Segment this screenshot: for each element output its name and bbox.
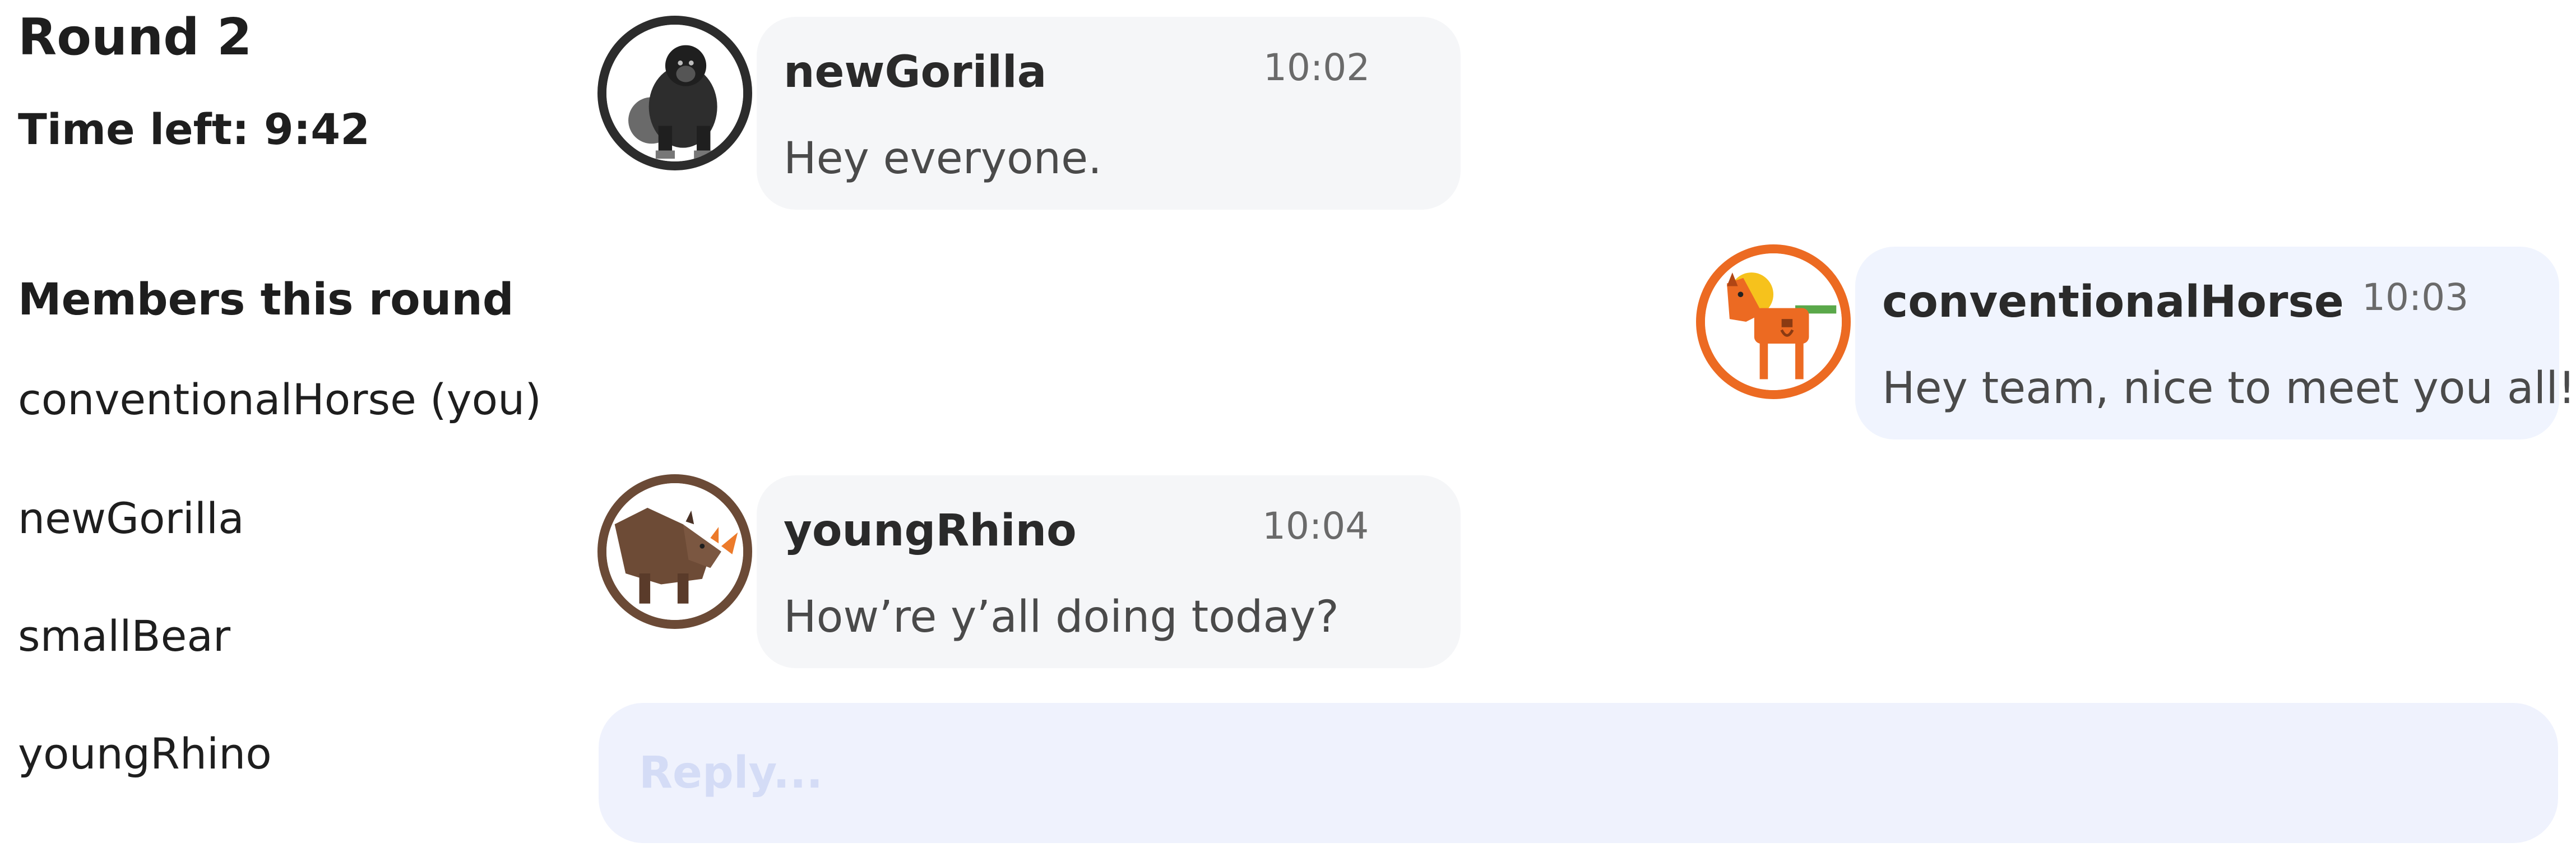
message-time: 10:02 <box>1263 46 1370 89</box>
message-time: 10:03 <box>2362 276 2469 319</box>
horse-avatar-icon <box>1696 244 1851 399</box>
reply-input[interactable] <box>599 703 2558 843</box>
round-title: Round 2 <box>18 8 252 67</box>
message-sender: newGorilla <box>784 47 1047 98</box>
member-item-youngrhino: youngRhino <box>18 729 272 779</box>
message-sender: conventionalHorse <box>1882 277 2344 327</box>
message-time: 10:04 <box>1262 504 1369 548</box>
message-sender: youngRhino <box>784 506 1077 556</box>
member-item-conventionalhorse: conventionalHorse (you) <box>18 374 541 424</box>
member-item-smallbear: smallBear <box>18 611 231 661</box>
rhino-avatar-icon <box>597 474 752 629</box>
message-bubble: conventionalHorse 10:03 Hey team, nice t… <box>1855 247 2575 439</box>
time-left: Time left: 9:42 <box>18 104 370 154</box>
message-text: Hey everyone. <box>784 133 1102 184</box>
message-text: How’re y’all doing today? <box>784 592 1339 642</box>
gorilla-avatar-icon <box>597 16 752 170</box>
message-bubble: newGorilla 10:02 Hey everyone. <box>757 17 1461 210</box>
message-bubble: youngRhino 10:04 How’re y’all doing toda… <box>757 475 1461 668</box>
members-heading: Members this round <box>18 275 514 325</box>
member-item-newgorilla: newGorilla <box>18 493 244 543</box>
message-text: Hey team, nice to meet you all! <box>1882 363 2576 414</box>
